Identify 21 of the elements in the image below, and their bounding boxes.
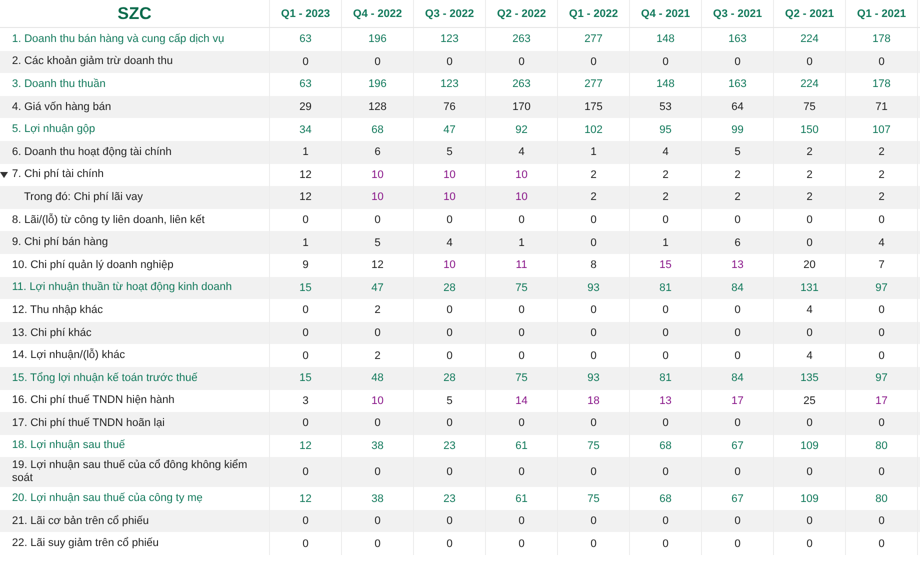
table-cell: 0 [774, 532, 846, 556]
table-cell: 0 [414, 532, 486, 556]
table-cell: 0 [342, 532, 414, 556]
table-cell: 0 [558, 532, 630, 556]
column-header: Q3 - 2021 [702, 0, 774, 27]
column-header: Q1 - 2023 [270, 0, 342, 27]
caret-icon[interactable] [0, 172, 8, 178]
column-header: Q1 - 2022 [558, 0, 630, 27]
table-title: SZC [0, 0, 270, 27]
table-cell: 0 [270, 532, 342, 556]
table-cell: 0 [846, 532, 918, 556]
column-header: Q4 - 2021 [630, 0, 702, 27]
column-header: Q2 - 2021 [774, 0, 846, 27]
column-header: Q2 - 2022 [486, 0, 558, 27]
table-cell: 0 [486, 532, 558, 556]
table-cell: 0 [702, 532, 774, 556]
row-label: 22. Lãi suy giảm trên cổ phiếu [0, 532, 270, 556]
column-header: Q1 - 2021 [846, 0, 918, 27]
table-cell: 0 [630, 532, 702, 556]
column-header: Q4 - 2022 [342, 0, 414, 27]
column-header: Q3 - 2022 [414, 0, 486, 27]
